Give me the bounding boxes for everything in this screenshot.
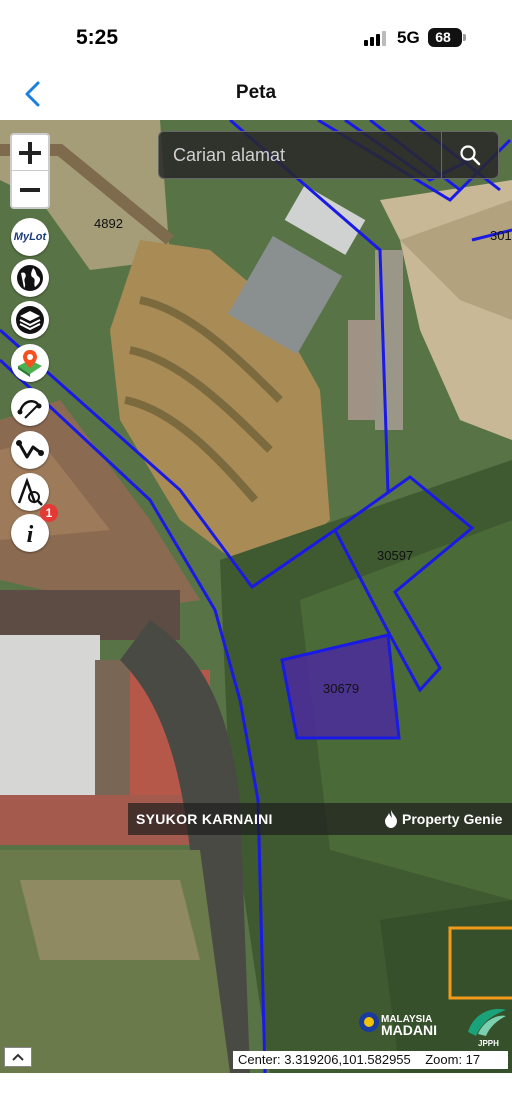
lot-label-selected: 30679 <box>323 681 360 696</box>
search-letter-icon <box>17 477 43 506</box>
search-button[interactable] <box>441 132 498 178</box>
status-time: 5:25 <box>76 26 119 49</box>
map-coordinates: Center: 3.319206,101.582955 Zoom: 17 <box>233 1051 508 1069</box>
measure-button[interactable] <box>11 388 49 426</box>
watermark-agent: SYUKOR KARNAINI <box>136 811 273 827</box>
flame-logo-icon <box>385 810 397 828</box>
satellite-imagery <box>0 120 512 1073</box>
expand-panel-button[interactable] <box>4 1047 32 1067</box>
lot-label: 301 <box>490 228 512 243</box>
map-view[interactable]: 4892 301 30597 30679 <box>0 120 512 1073</box>
notification-badge: 1 <box>40 504 58 522</box>
zoom-out-button[interactable] <box>12 172 48 208</box>
address-search <box>158 131 499 179</box>
map-pin-icon <box>18 350 42 377</box>
battery-level: 68 <box>435 29 451 45</box>
search-input[interactable] <box>159 132 441 178</box>
globe-button[interactable] <box>11 259 49 297</box>
page-title: Peta <box>235 82 277 103</box>
svg-text:i: i <box>27 522 34 548</box>
zoom-in-button[interactable] <box>12 135 48 171</box>
lot-label: 4892 <box>94 216 123 231</box>
jpph-logo <box>468 1008 506 1036</box>
battery-icon: 68 <box>428 28 462 47</box>
zoom-control <box>10 133 50 209</box>
malaysia-madani-logo: MALAYSIA MADANI <box>381 1014 437 1038</box>
lot-label: 30597 <box>377 548 414 563</box>
bottom-safe-area <box>0 1073 512 1113</box>
layers-icon <box>16 306 44 334</box>
malaysia-madani-emblem <box>359 1012 379 1032</box>
location-button[interactable] <box>11 344 49 382</box>
minus-icon <box>20 188 40 192</box>
network-type: 5G <box>397 28 420 47</box>
status-bar: 5:25 5G 68 <box>0 0 512 70</box>
jpph-logo-text: JPPH <box>478 1039 499 1048</box>
center-coordinates: Center: 3.319206,101.582955 <box>238 1052 411 1067</box>
watermark-banner: SYUKOR KARNAINI Property Genie <box>128 803 512 835</box>
mylot-button[interactable]: MyLot <box>11 218 49 256</box>
signal-strength-icon <box>364 30 390 46</box>
mylot-logo: MyLot <box>13 231 47 243</box>
route-button[interactable] <box>11 431 49 469</box>
battery-cap <box>463 34 466 41</box>
draw-measure-icon <box>17 399 42 419</box>
globe-icon <box>17 265 43 291</box>
nav-bar: Peta <box>0 70 512 120</box>
route-icon <box>16 440 44 459</box>
layers-button[interactable] <box>11 301 49 339</box>
search-icon <box>460 145 481 166</box>
watermark-brand: Property Genie <box>402 811 503 827</box>
chevron-up-icon <box>12 1053 24 1061</box>
plus-icon <box>19 141 41 164</box>
zoom-level: Zoom: 17 <box>425 1052 481 1067</box>
info-icon: i <box>27 522 34 548</box>
